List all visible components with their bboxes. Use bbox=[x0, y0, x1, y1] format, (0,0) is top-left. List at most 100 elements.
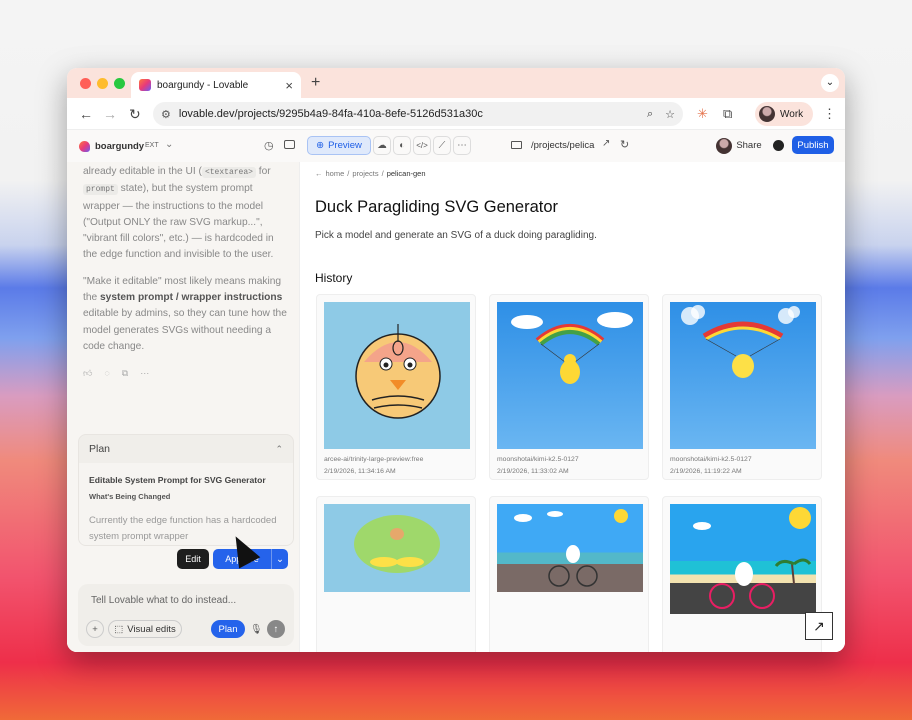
history-heading: History bbox=[315, 271, 353, 285]
project-name[interactable]: boargundy bbox=[95, 141, 144, 152]
plan-header[interactable]: Plan ⌃ bbox=[79, 435, 293, 463]
card-meta: arcee-ai/trinity-large-preview:free 2/19… bbox=[324, 454, 423, 478]
claude-extension-icon[interactable]: ✳ bbox=[697, 106, 708, 122]
message-paragraph-1: already editable in the UI (<textarea> f… bbox=[83, 164, 289, 264]
github-button[interactable] bbox=[769, 136, 788, 155]
history-card[interactable]: moonshotai/kimi-k2.5-0127 2/19/2026, 11:… bbox=[662, 294, 822, 480]
visual-edits-icon: ⬚ bbox=[114, 623, 124, 635]
card-model: moonshotai/kimi-k2.5-0127 bbox=[497, 456, 579, 463]
text: editable by admins, so they can tune how… bbox=[83, 308, 287, 352]
reload-icon[interactable]: ↻ bbox=[129, 106, 141, 123]
cloud-button[interactable]: ☁ bbox=[373, 136, 391, 155]
plan-subtitle: What's Being Changed bbox=[89, 492, 171, 501]
project-chevron-down-icon[interactable]: ⌄ bbox=[165, 139, 173, 150]
edit-plan-button[interactable]: Edit bbox=[177, 549, 209, 569]
approve-options-chevron-icon[interactable]: ⌄ bbox=[271, 549, 288, 569]
refresh-icon[interactable]: ↻ bbox=[620, 138, 629, 151]
browser-tab[interactable]: boargundy - Lovable × bbox=[131, 72, 301, 98]
chat-panel: already editable in the UI (<textarea> f… bbox=[67, 162, 299, 652]
breadcrumb-separator: / bbox=[381, 169, 384, 178]
breadcrumb-separator: / bbox=[347, 169, 350, 178]
zoom-icon[interactable]: ⌕ bbox=[647, 108, 653, 121]
address-bar[interactable]: ⚙ lovable.dev/projects/9295b4a9-84fa-410… bbox=[153, 102, 683, 126]
microphone-icon[interactable]: 🎙︎ bbox=[248, 620, 264, 638]
expand-chevron-icon[interactable]: ⌃ bbox=[275, 444, 283, 455]
copy-icon[interactable]: ⧉ bbox=[122, 365, 128, 381]
history-card[interactable] bbox=[316, 496, 476, 652]
site-settings-icon[interactable]: ⚙ bbox=[161, 108, 171, 121]
forward-arrow-icon[interactable]: → bbox=[103, 106, 117, 122]
history-clock-icon[interactable]: ◷ bbox=[264, 139, 274, 152]
browser-window: boargundy - Lovable × + ⌄ ← → ↻ ⚙ lovabl… bbox=[67, 68, 845, 652]
card-model: moonshotai/kimi-k2.5-0127 bbox=[670, 456, 752, 463]
globe-icon: ⊕ bbox=[316, 140, 325, 151]
new-tab-button[interactable]: + bbox=[311, 74, 320, 92]
send-button[interactable]: ↑ bbox=[267, 620, 285, 638]
history-card[interactable]: moonshotai/kimi-k2.5-0127 2/19/2026, 11:… bbox=[489, 294, 649, 480]
browser-menu-icon[interactable]: ⋮ bbox=[823, 106, 836, 122]
design-palette-button[interactable]: ◐ bbox=[393, 136, 411, 155]
add-attachment-button[interactable]: + bbox=[86, 620, 104, 638]
comment-icon[interactable]: ◌ bbox=[104, 365, 109, 381]
duck-svg-thumbnail bbox=[324, 504, 470, 592]
plan-mode-button[interactable]: Plan bbox=[211, 620, 245, 638]
card-meta: moonshotai/kimi-k2.5-0127 2/19/2026, 11:… bbox=[497, 454, 579, 478]
preview-label: Preview bbox=[328, 140, 362, 151]
browser-toolbar: ← → ↻ ⚙ lovable.dev/projects/9295b4a9-84… bbox=[67, 98, 845, 130]
text: already editable in the UI ( bbox=[83, 166, 202, 177]
profile-label: Work bbox=[780, 108, 804, 120]
preview-panel: ← home / projects / pelican-gen Duck Parag… bbox=[299, 162, 845, 652]
visual-edits-button[interactable]: ⬚ Visual edits bbox=[108, 620, 182, 638]
more-options-button[interactable]: ⋯ bbox=[453, 136, 471, 155]
more-icon[interactable]: ⋯ bbox=[140, 365, 149, 381]
url-text: lovable.dev/projects/9295b4a9-84fa-410a-… bbox=[178, 108, 483, 120]
thumbs-up-icon[interactable]: 👍︎ bbox=[83, 365, 92, 381]
composer-input[interactable]: Tell Lovable what to do instead... bbox=[91, 595, 236, 606]
plan-body-text: Currently the edge function has a hardco… bbox=[89, 515, 277, 542]
device-monitor-icon[interactable] bbox=[511, 141, 522, 149]
inline-code: prompt bbox=[83, 184, 118, 196]
tab-search-chevron-icon[interactable]: ⌄ bbox=[821, 74, 839, 92]
history-card[interactable]: arcee-ai/trinity-large-preview:free 2/19… bbox=[316, 294, 476, 480]
open-external-icon[interactable]: ↗ bbox=[602, 138, 610, 149]
duck-svg-thumbnail bbox=[670, 504, 816, 614]
card-timestamp: 2/19/2026, 11:19:22 AM bbox=[670, 468, 742, 475]
route-path[interactable]: /projects/pelica bbox=[531, 140, 594, 151]
inline-code: <textarea> bbox=[201, 167, 256, 178]
history-card[interactable] bbox=[662, 496, 822, 652]
plan-body: Editable System Prompt for SVG Generator… bbox=[79, 463, 293, 545]
maximize-window-button[interactable] bbox=[114, 78, 125, 89]
publish-button[interactable]: Publish bbox=[792, 136, 834, 154]
code-button[interactable]: </> bbox=[413, 136, 431, 155]
plan-title: Editable System Prompt for SVG Generator bbox=[89, 475, 266, 485]
extensions-puzzle-icon[interactable]: ⧉ bbox=[723, 106, 732, 122]
message-paragraph-2: "Make it editable" most likely means mak… bbox=[83, 274, 289, 355]
breadcrumb-home[interactable]: home bbox=[326, 169, 345, 178]
tab-bar: boargundy - Lovable × + ⌄ bbox=[67, 68, 845, 98]
back-arrow-icon[interactable]: ← bbox=[79, 106, 93, 122]
visual-edits-label: Visual edits bbox=[127, 623, 176, 635]
page-title: Duck Paragliding SVG Generator bbox=[315, 198, 559, 216]
breadcrumb-projects[interactable]: projects bbox=[352, 169, 378, 178]
plan-header-label: Plan bbox=[89, 443, 111, 455]
duck-svg-thumbnail bbox=[670, 302, 816, 449]
close-window-button[interactable] bbox=[80, 78, 91, 89]
profile-button[interactable]: Work bbox=[755, 102, 813, 126]
card-model: arcee-ai/trinity-large-preview:free bbox=[324, 456, 424, 463]
history-card[interactable] bbox=[489, 496, 649, 652]
plan-card: Plan ⌃ Editable System Prompt for SVG Ge… bbox=[78, 434, 294, 546]
analytics-button[interactable]: ⟋ bbox=[433, 136, 451, 155]
share-button[interactable]: Share bbox=[715, 136, 763, 155]
share-avatar bbox=[716, 137, 733, 154]
tab-title: boargundy - Lovable bbox=[157, 79, 249, 91]
breadcrumb: ← home / projects / pelican-gen bbox=[315, 169, 426, 178]
sidebar-toggle-icon[interactable] bbox=[284, 140, 295, 149]
duck-svg-thumbnail bbox=[324, 302, 470, 449]
preview-button[interactable]: ⊕ Preview bbox=[307, 136, 371, 155]
breadcrumb-back-icon[interactable]: ← bbox=[315, 169, 323, 178]
tab-close-icon[interactable]: × bbox=[285, 78, 293, 93]
minimize-window-button[interactable] bbox=[97, 78, 108, 89]
message-actions: 👍︎ ◌ ⧉ ⋯ bbox=[83, 365, 289, 381]
expand-icon[interactable]: ↗ bbox=[805, 612, 833, 640]
bookmark-star-icon[interactable]: ☆ bbox=[665, 108, 675, 121]
